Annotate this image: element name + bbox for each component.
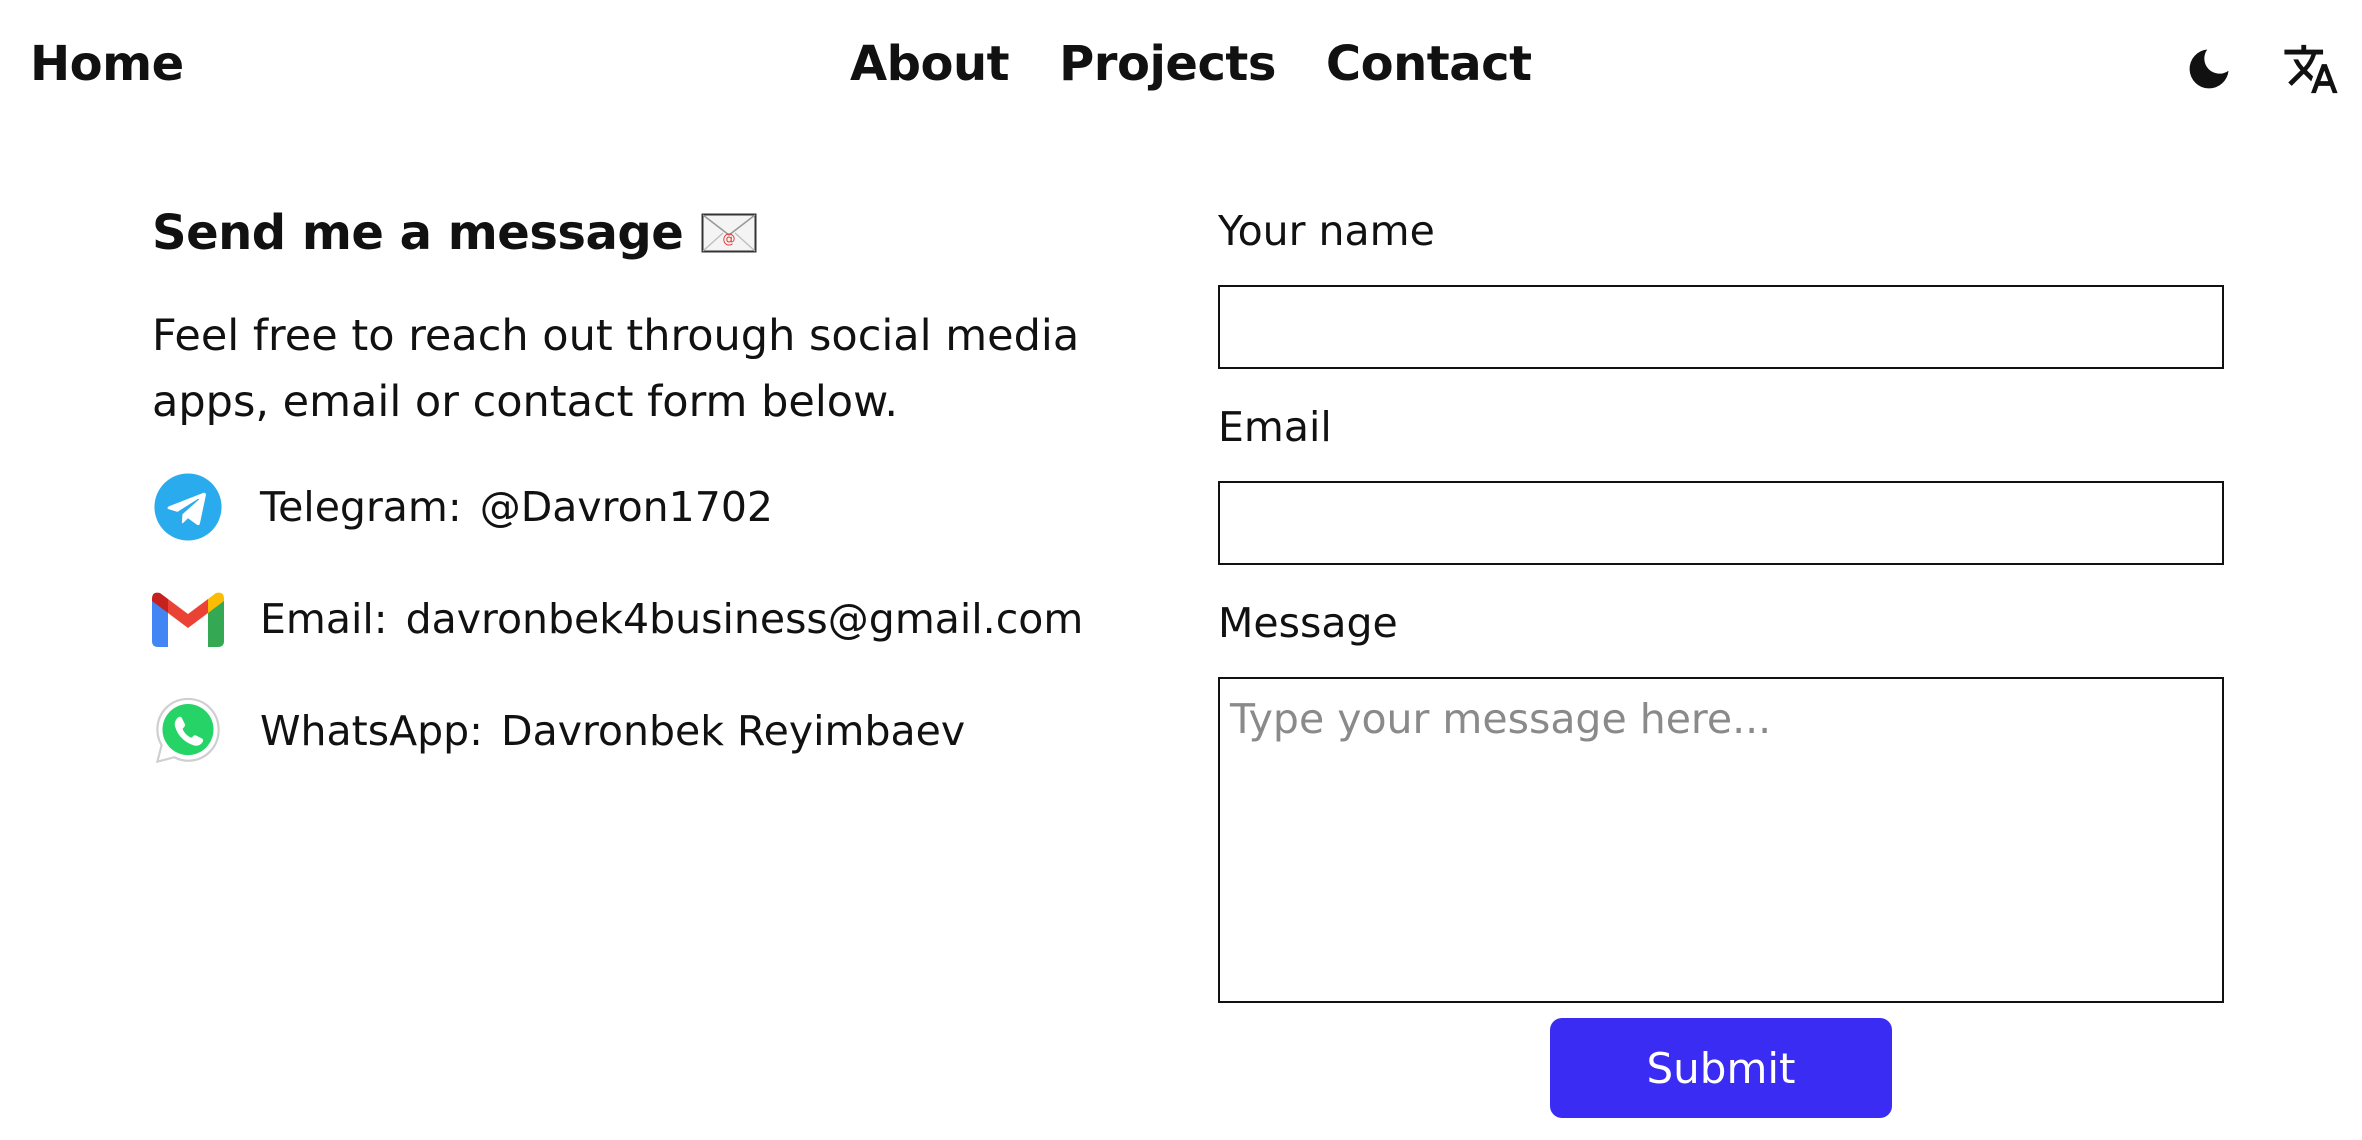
submit-button[interactable]: Submit xyxy=(1550,1018,1892,1118)
email-field-label: Email xyxy=(1218,403,1332,451)
svg-text:@: @ xyxy=(723,232,736,247)
contact-item-whatsapp: WhatsApp: Davronbek Reyimbaev xyxy=(152,695,1112,767)
contact-info-section: Send me a message @ Feel free to reach o… xyxy=(152,205,1112,767)
telegram-handle[interactable]: @Davron1702 xyxy=(480,483,773,531)
contact-page: Home About Projects Contact Send me a me… xyxy=(0,0,2362,1140)
email-label: Email: xyxy=(260,595,388,643)
nav-about-link[interactable]: About xyxy=(850,36,1010,92)
contact-item-telegram: Telegram: @Davron1702 xyxy=(152,471,1112,543)
contact-list: Telegram: @Davron1702 Email: davronbek4bus… xyxy=(152,471,1112,767)
whatsapp-contact: WhatsApp: Davronbek Reyimbaev xyxy=(260,707,965,755)
theme-toggle-button[interactable] xyxy=(2178,38,2240,100)
whatsapp-icon xyxy=(152,695,224,767)
heading-row: Send me a message @ xyxy=(152,205,1112,261)
telegram-icon xyxy=(152,471,224,543)
nav-contact-link[interactable]: Contact xyxy=(1326,36,1532,92)
message-field-group: Message xyxy=(1218,597,2224,1003)
envelope-icon: @ xyxy=(701,213,757,253)
nav-projects-link[interactable]: Projects xyxy=(1059,36,1276,92)
nav-actions xyxy=(2178,38,2342,100)
email-field-group: Email xyxy=(1218,401,2224,565)
language-toggle-button[interactable] xyxy=(2280,38,2342,100)
name-label: Your name xyxy=(1218,207,1435,255)
contact-item-email: Email: davronbek4business@gmail.com xyxy=(152,583,1112,655)
section-heading: Send me a message xyxy=(152,205,684,261)
name-field-group: Your name xyxy=(1218,205,2224,369)
main-nav: About Projects Contact xyxy=(850,36,1532,92)
telegram-contact: Telegram: @Davron1702 xyxy=(260,483,773,531)
gmail-icon xyxy=(152,583,224,655)
translate-icon xyxy=(2284,44,2338,94)
whatsapp-label: WhatsApp: xyxy=(260,707,483,755)
email-input[interactable] xyxy=(1218,481,2224,565)
moon-icon xyxy=(2189,49,2229,89)
email-address[interactable]: davronbek4business@gmail.com xyxy=(406,595,1084,643)
telegram-label: Telegram: xyxy=(260,483,462,531)
nav-home-link[interactable]: Home xyxy=(30,36,184,92)
message-label: Message xyxy=(1218,599,1398,647)
intro-text: Feel free to reach out through social me… xyxy=(152,311,1080,427)
email-contact: Email: davronbek4business@gmail.com xyxy=(260,595,1083,643)
message-textarea[interactable] xyxy=(1218,677,2224,1003)
whatsapp-name[interactable]: Davronbek Reyimbaev xyxy=(501,707,965,755)
name-input[interactable] xyxy=(1218,285,2224,369)
contact-form: Your name Email Message xyxy=(1218,205,2224,1003)
